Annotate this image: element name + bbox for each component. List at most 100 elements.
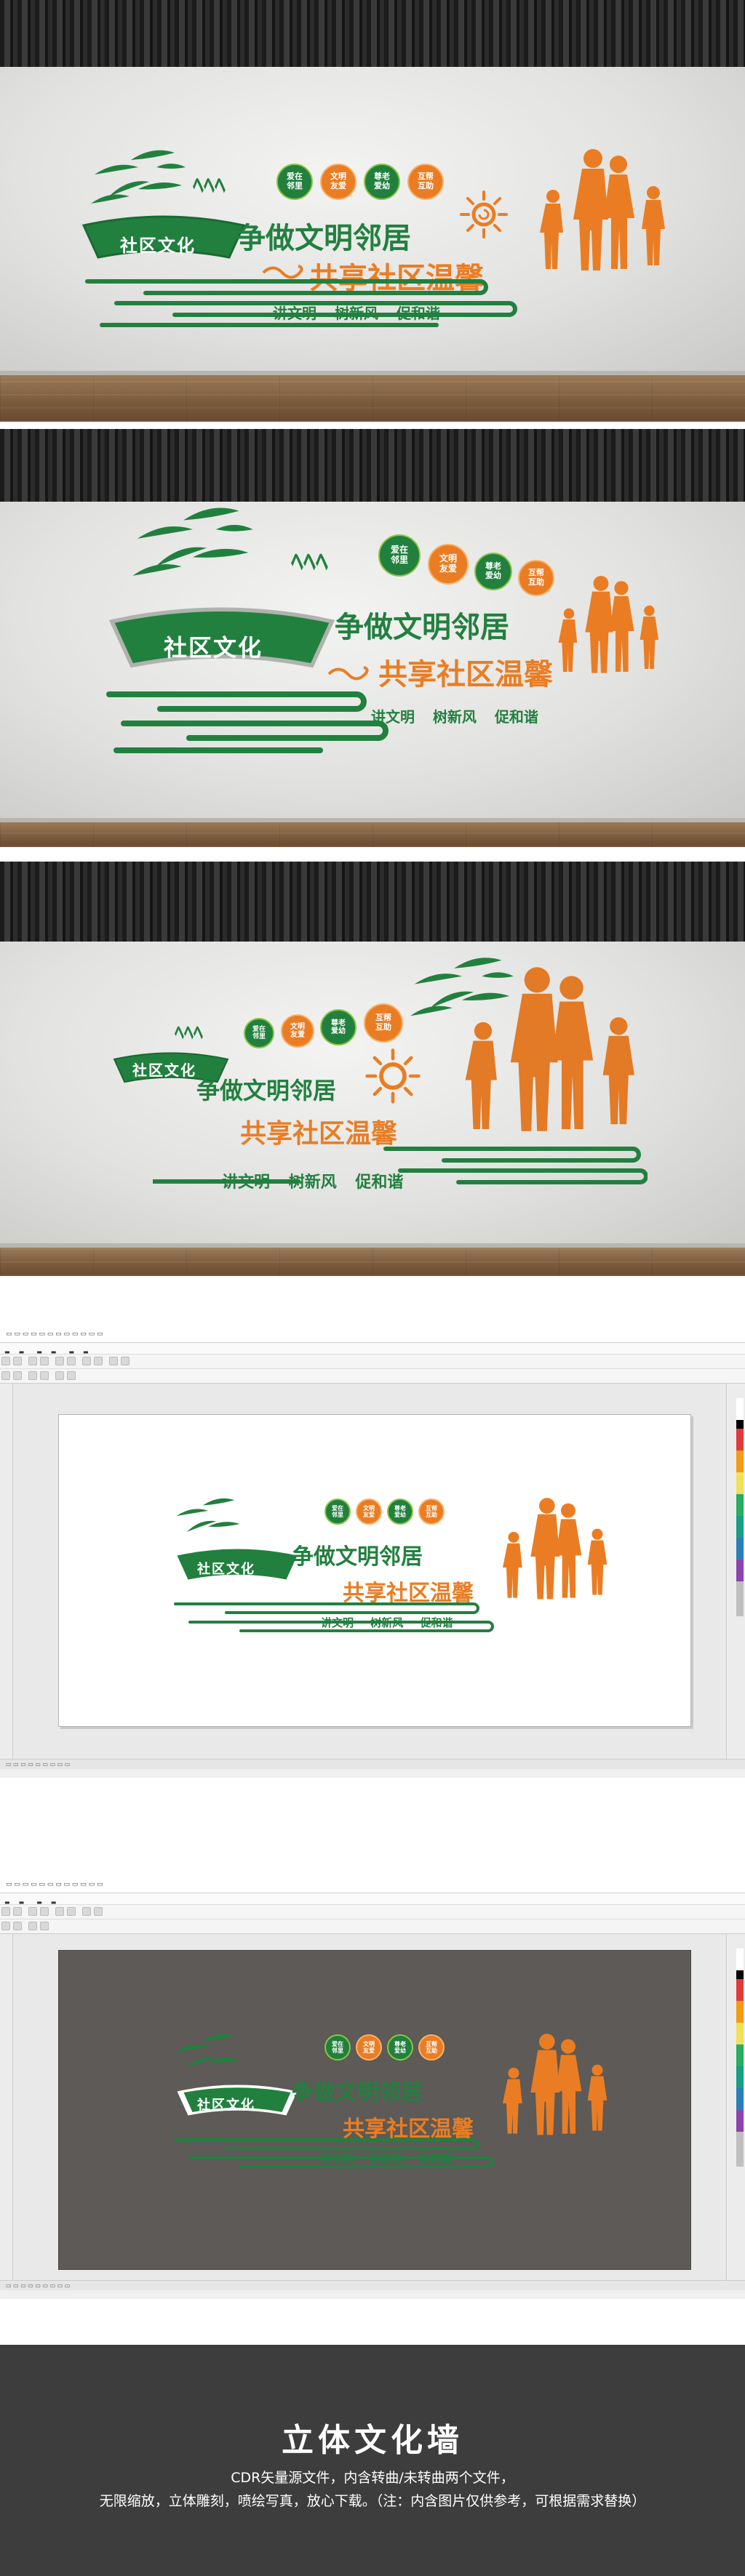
toolbar-button-icon[interactable] — [55, 1907, 65, 1916]
ceiling — [0, 0, 745, 67]
toolbar-button-icon[interactable] — [67, 1357, 76, 1365]
color-palette-icon[interactable] — [736, 1949, 744, 2167]
banner-label: 社区文化 — [197, 1562, 255, 1577]
footer-line-1: CDR矢量源文件，内含转曲/未转曲两个文件， — [231, 2470, 514, 2486]
value-item: 树新风 — [432, 708, 477, 726]
banner-label: 社区文化 — [164, 634, 263, 662]
footer-title: 立体文化墙 — [282, 2422, 463, 2459]
birds-icon: ﾍﾍﾍ — [193, 173, 226, 198]
toolbar-button-icon[interactable] — [28, 1357, 38, 1365]
toolbar-button-icon[interactable] — [82, 1907, 92, 1916]
toolbar-button-icon[interactable] — [13, 1371, 22, 1380]
toolbar-button-icon[interactable] — [94, 1907, 103, 1916]
wall-design: ﾍﾍﾍ 社区文化 争做文明邻居 共享社区温馨 讲文明 树新风 促和谐 爱在 邻里 … — [102, 502, 669, 763]
badge-2: 文明 友爱 — [281, 1014, 314, 1048]
toolbar-button-icon[interactable] — [13, 1907, 22, 1916]
badge-4: 互帮 互助 — [407, 164, 444, 200]
toolbar-button-icon[interactable] — [94, 1357, 103, 1365]
wood-floor — [0, 822, 745, 847]
toolbar-button-icon[interactable] — [55, 1357, 65, 1365]
badge-4: 互帮 互助 — [364, 1003, 403, 1043]
badge-1: 爱在 邻里 — [276, 164, 313, 200]
toolbar-button-icon[interactable] — [1, 1357, 10, 1365]
family-silhouette-icon — [503, 1498, 607, 1600]
toolbar-button-icon[interactable] — [13, 1922, 22, 1930]
toolbar-button-icon[interactable] — [40, 1357, 49, 1365]
family-silhouette-icon — [503, 2034, 607, 2135]
drawing-canvas[interactable]: 社区文化 争做文明邻居 共享社区温馨 讲文明 树新风 促和谐 爱在 邻里 文明 友爱… — [13, 1384, 726, 1759]
toolbox[interactable] — [0, 1384, 13, 1759]
editor-window-2: ▭ ▭ ▭ ▭ ▭ ▭ ▭ ▭ ▭ ▭ ▭ ▭ 70 ▬▬ ▬▬ 社区文化 争 — [0, 1877, 745, 2299]
bamboo-icon — [132, 507, 253, 576]
ceiling — [0, 862, 745, 942]
toolbar-button-icon[interactable] — [40, 1922, 49, 1930]
badge-1: 爱在 邻里 — [244, 1018, 274, 1048]
badge-3: 尊老 爱幼 — [474, 553, 512, 590]
wall-design-preview: 社区文化 争做文明邻居 共享社区温馨 讲文明 树新风 促和谐 爱在 邻里 文明 友爱… — [168, 2031, 619, 2176]
slogan-line-1: 争做文明邻居 — [196, 1077, 337, 1104]
ribbon-lines — [153, 1147, 648, 1184]
badge-1: 爱在 邻里 — [324, 2034, 351, 2061]
menu-bar: ▬ ▬ ▬ ▬ — [0, 1893, 745, 1906]
birds-icon: ﾍﾍﾍ — [175, 1022, 204, 1044]
ribbon-lines — [106, 691, 389, 753]
toolbar-standard — [0, 1905, 745, 1919]
family-silhouette-icon — [540, 149, 665, 270]
drawing-canvas[interactable]: 社区文化 争做文明邻居 共享社区温馨 讲文明 树新风 促和谐 爱在 邻里 文明 友爱… — [13, 1934, 726, 2280]
badge-2: 文明 友爱 — [428, 544, 469, 585]
editor-window-1: ▭ ▭ ▭ ▭ ▭ ▭ ▭ ▭ ▭ ▭ ▭ ▭ 70 ▬▬ ▬▬ ▬▬ 社区文化 — [0, 1327, 745, 1778]
status-bar: ▭ ▭ ▭ ▭ ▭ ▭ ▭ ▭ ▭ — [0, 1759, 745, 1769]
badge-3: 尊老 爱幼 — [320, 1009, 356, 1046]
color-palette-icon[interactable] — [736, 1398, 744, 1616]
footer-line-2: 无限缩放，立体雕刻，喷绘写真，放心下载。（注：内含图片仅供参考，可根据需求替换） — [99, 2493, 646, 2509]
values-row: 讲文明 树新风 促和谐 — [371, 705, 551, 726]
mockup-scene-2: ﾍﾍﾍ 社区文化 争做文明邻居 共享社区温馨 讲文明 树新风 促和谐 爱在 邻里 … — [0, 429, 745, 847]
toolbar-property — [0, 1919, 745, 1934]
toolbar-button-icon[interactable] — [109, 1357, 119, 1365]
banner-label: 社区文化 — [197, 2098, 255, 2113]
banner-label: 社区文化 — [132, 1062, 196, 1079]
page: 社区文化 争做文明邻居 共享社区温馨 讲文明 树新风 促和谐 爱在 邻里 文明 友爱… — [58, 1414, 691, 1727]
badge-3: 尊老 爱幼 — [387, 1498, 413, 1525]
badge-1: 爱在 邻里 — [378, 534, 421, 577]
toolbar-button-icon[interactable] — [121, 1357, 130, 1365]
color-palette[interactable] — [726, 1384, 745, 1759]
toolbar-button-icon[interactable] — [67, 1371, 76, 1380]
wall-design: ﾍﾍﾍ 社区文化 争做文明邻居 共享社区温馨 讲文明 树新风 促和谐 爱在 邻里 … — [73, 145, 669, 349]
slogan-line-1: 争做文明邻居 — [292, 2080, 423, 2106]
badge-2: 文明 友爱 — [320, 164, 356, 200]
toolbar-button-icon[interactable] — [28, 1922, 38, 1930]
family-silhouette-icon — [558, 576, 659, 673]
wall-design-preview: 社区文化 争做文明邻居 共享社区温馨 讲文明 树新风 促和谐 爱在 邻里 文明 友爱… — [168, 1495, 619, 1640]
ceiling — [0, 429, 745, 502]
badge-4: 互帮 互助 — [418, 1498, 445, 1525]
window-title: ▭ ▭ ▭ ▭ ▭ ▭ ▭ ▭ ▭ ▭ ▭ ▭ — [0, 1877, 745, 1893]
toolbar-button-icon[interactable] — [67, 1907, 76, 1916]
toolbar-button-icon[interactable] — [1, 1907, 10, 1916]
toolbar-button-icon[interactable] — [28, 1907, 38, 1916]
toolbar-button-icon[interactable] — [40, 1907, 49, 1916]
badge-2: 文明 友爱 — [356, 1498, 382, 1525]
toolbar-button-icon[interactable] — [82, 1357, 92, 1365]
toolbar-button-icon[interactable] — [40, 1371, 49, 1380]
sun-icon — [460, 190, 508, 238]
bamboo-icon — [176, 1498, 240, 1532]
menu-bar: ▬ ▬ ▬ ▬ ▬ ▬ — [0, 1343, 745, 1355]
toolbar-button-icon[interactable] — [13, 1357, 22, 1365]
toolbar-button-icon[interactable] — [28, 1371, 38, 1380]
toolbar-button-icon[interactable] — [1, 1922, 10, 1930]
slogan-line-1: 争做文明邻居 — [335, 610, 509, 644]
window-title: ▭ ▭ ▭ ▭ ▭ ▭ ▭ ▭ ▭ ▭ ▭ ▭ — [0, 1327, 745, 1343]
sun-icon — [365, 1048, 421, 1104]
value-item: 促和谐 — [494, 708, 538, 726]
toolbar-button-icon[interactable] — [55, 1371, 65, 1380]
toolbar-button-icon[interactable] — [1, 1371, 10, 1380]
color-palette[interactable] — [726, 1934, 745, 2280]
toolbar-property — [0, 1369, 745, 1384]
badge-1: 爱在 邻里 — [324, 1498, 351, 1525]
slogan-line-1: 争做文明邻居 — [236, 221, 411, 255]
badge-3: 尊老 爱幼 — [387, 2034, 413, 2061]
page: 社区文化 争做文明邻居 共享社区温馨 讲文明 树新风 促和谐 爱在 邻里 文明 友爱… — [58, 1950, 691, 2270]
wood-floor — [0, 1248, 745, 1276]
toolbox[interactable] — [0, 1934, 13, 2280]
